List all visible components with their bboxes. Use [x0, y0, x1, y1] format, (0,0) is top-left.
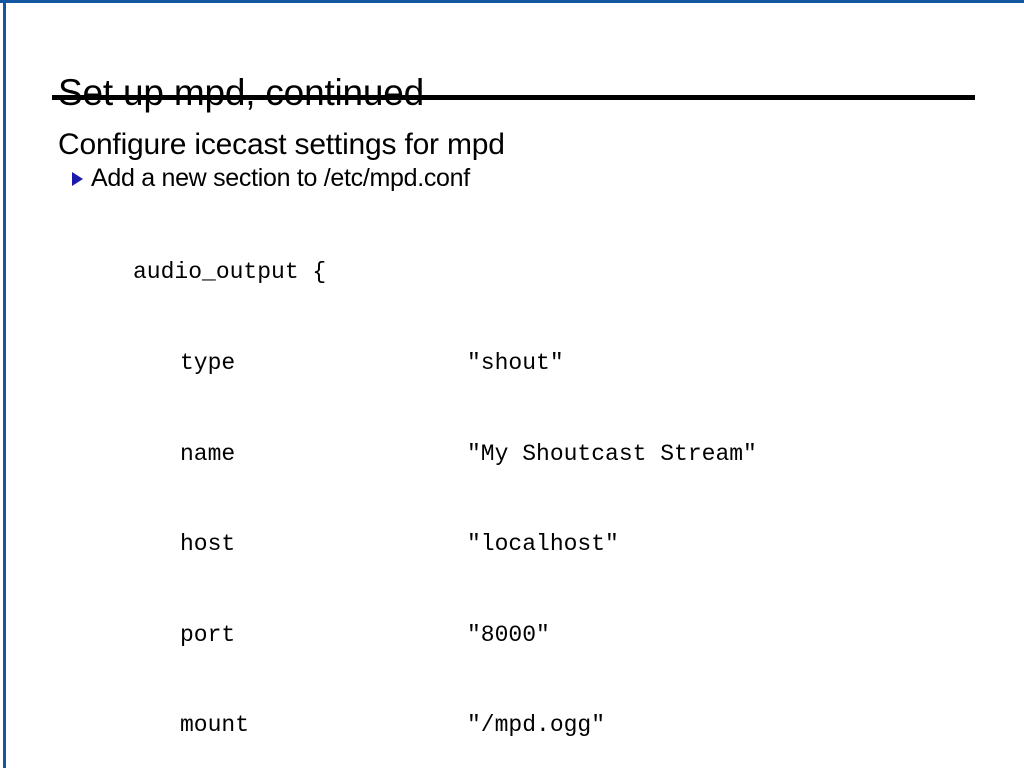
code-line-entry: name "My Shoutcast Stream" [133, 439, 757, 469]
triangle-right-bullet-icon [72, 171, 83, 186]
slide-top-border [0, 0, 1024, 3]
bullet-item-label: Add a new section to /etc/mpd.conf [91, 164, 470, 192]
code-value: "localhost" [467, 531, 619, 558]
code-key: host [180, 531, 236, 558]
code-value: "My Shoutcast Stream" [467, 440, 757, 467]
config-code-block: audio_output { type "shout" name "My Shout… [133, 197, 757, 768]
code-line-entry: type "shout" [133, 348, 757, 378]
slide-left-border [3, 0, 6, 768]
code-value: "/mpd.ogg" [467, 712, 606, 739]
page-title: Set up mpd, continued [58, 71, 425, 113]
slide-canvas: Set up mpd, continued Configure icecast … [0, 0, 1024, 768]
code-key: mount [180, 712, 250, 739]
code-value: "shout" [467, 350, 564, 376]
code-open-brace-text: audio_output { [133, 259, 327, 286]
page-subtitle: Configure icecast settings for mpd [58, 127, 505, 161]
code-line-entry: host "localhost" [133, 529, 757, 559]
code-line-entry: port "8000" [133, 620, 757, 650]
code-line-open: audio_output { [133, 257, 757, 287]
code-key: type [180, 350, 236, 376]
bullet-item: Add a new section to /etc/mpd.conf [72, 164, 470, 192]
code-value: "8000" [467, 621, 550, 648]
title-divider [52, 95, 975, 100]
code-line-entry: mount "/mpd.ogg" [133, 710, 757, 740]
code-key: name [180, 440, 236, 467]
code-key: port [180, 621, 236, 648]
